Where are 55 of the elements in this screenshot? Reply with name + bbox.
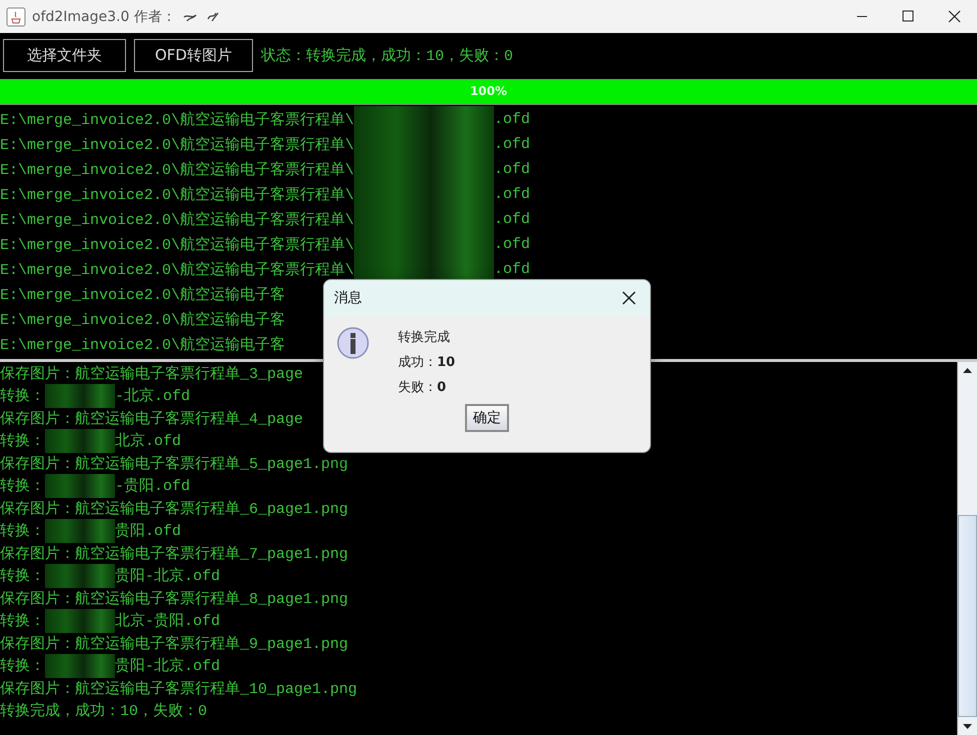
log-text: 转换：	[0, 477, 45, 496]
window-title: ofd2Image3.0 作者：	[32, 8, 176, 26]
status-text: 状态：转换完成，成功：10，失败：0	[261, 46, 514, 64]
log-text: 转换：	[0, 387, 45, 406]
log-text: -北京.ofd	[115, 386, 190, 406]
log-text: 转换：	[0, 567, 45, 586]
log-text: 贵阳.ofd	[115, 522, 182, 540]
info-icon	[336, 326, 370, 360]
log-text: E:\merge_invoice2.0\航空运输电子客票行程单\	[0, 210, 354, 229]
log-text: 保存图片：航空运输电子客票行程单_5_page1.png	[0, 454, 348, 473]
ok-button[interactable]: 确定	[465, 404, 509, 432]
log-text: -贵阳.ofd	[115, 476, 190, 496]
log-text: E:\merge_invoice2.0\航空运输电子客票行程单\	[0, 160, 354, 179]
log-text: 北京-贵阳.ofd	[115, 612, 220, 630]
log-text: 保存图片：航空运输电子客票行程单_8_page1.png	[0, 589, 348, 608]
log-text: .ofd	[494, 211, 530, 228]
log-text: 转换：	[0, 612, 45, 630]
toolbar-button[interactable]: OFD转图片	[134, 38, 253, 72]
log-text: E:\merge_invoice2.0\航空运输电子客票行程单\	[0, 135, 354, 154]
log-text: .ofd	[494, 161, 530, 178]
log-text: .ofd	[494, 261, 530, 278]
log-text: 保存图片：航空运输电子客票行程单_6_page1.png	[0, 499, 348, 518]
log-text: E:\merge_invoice2.0\航空运输电子客票行程单\	[0, 235, 354, 254]
log-text: 保存图片：航空运输电子客票行程单_7_page1.png	[0, 544, 348, 563]
log-text: E:\merge_invoice2.0\航空运输电子客票行程单\	[0, 185, 354, 204]
app-icon	[6, 6, 26, 26]
log-text: E:\merge_invoice2.0\航空运输电子客	[0, 310, 286, 329]
message-text: 成功：10	[398, 354, 456, 371]
log-text: 保存图片：航空运输电子客票行程单_4_page	[0, 409, 304, 428]
message-text: 失败：0	[398, 379, 448, 396]
scrollbar[interactable]	[957, 362, 977, 735]
log-text: 转换完成，成功：10，失败：0	[0, 701, 208, 720]
scroll-thumb[interactable]	[958, 515, 977, 717]
log-text: 保存图片：航空运输电子客票行程单_3_page	[0, 364, 304, 383]
log-text: .ofd	[494, 111, 530, 128]
log-text: E:\merge_invoice2.0\航空运输电子客票行程单\	[0, 260, 354, 279]
toolbar-button[interactable]: 选择文件夹	[3, 38, 126, 72]
log-text: 保存图片：航空运输电子客票行程单_9_page1.png	[0, 634, 348, 653]
log-text: 贵阳-北京.ofd	[115, 656, 220, 676]
log-text: 转换：	[0, 657, 45, 676]
log-text: .ofd	[494, 136, 530, 153]
progress-label: 100%	[470, 84, 508, 98]
log-text: 转换：	[0, 432, 45, 450]
log-text: E:\merge_invoice2.0\航空运输电子客票行程单\	[0, 110, 354, 129]
log-text: .ofd	[494, 236, 530, 253]
log-text: .ofd	[494, 186, 530, 203]
log-text: 北京.ofd	[115, 432, 182, 450]
log-text: E:\merge_invoice2.0\航空运输电子客	[0, 335, 286, 354]
message-text: 转换完成	[398, 329, 451, 346]
log-text: 转换：	[0, 522, 45, 540]
log-text: 贵阳-北京.ofd	[115, 566, 220, 586]
close-icon[interactable]	[622, 291, 636, 305]
dialog-title: 消息	[334, 289, 362, 307]
log-text: E:\merge_invoice2.0\航空运输电子客	[0, 285, 286, 304]
log-text: 保存图片：航空运输电子客票行程单_10_page1.png	[0, 679, 358, 698]
